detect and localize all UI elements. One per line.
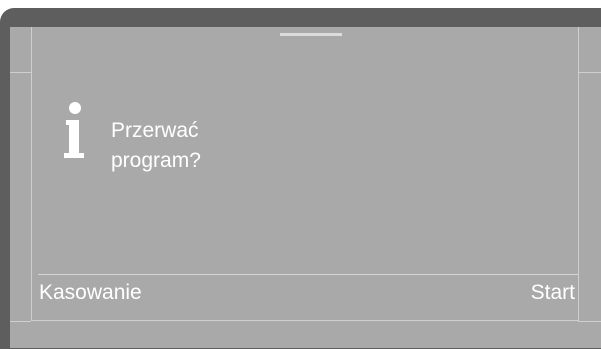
side-tick [578, 321, 601, 322]
device-frame: Przerwać program? Kasowanie Start [0, 8, 601, 349]
kasowanie-button[interactable]: Kasowanie [39, 280, 142, 306]
start-button[interactable]: Start [531, 280, 575, 306]
softkey-divider [38, 274, 578, 275]
dialog-message: Przerwać program? [111, 116, 201, 176]
message-line-2: program? [111, 149, 201, 172]
display-screen: Przerwać program? Kasowanie Start [10, 27, 601, 348]
message-line-1: Przerwać [111, 119, 199, 142]
side-tick [10, 72, 31, 73]
info-icon [64, 102, 84, 158]
top-indicator [280, 33, 342, 36]
side-tick [578, 72, 601, 73]
side-tick [10, 321, 31, 322]
